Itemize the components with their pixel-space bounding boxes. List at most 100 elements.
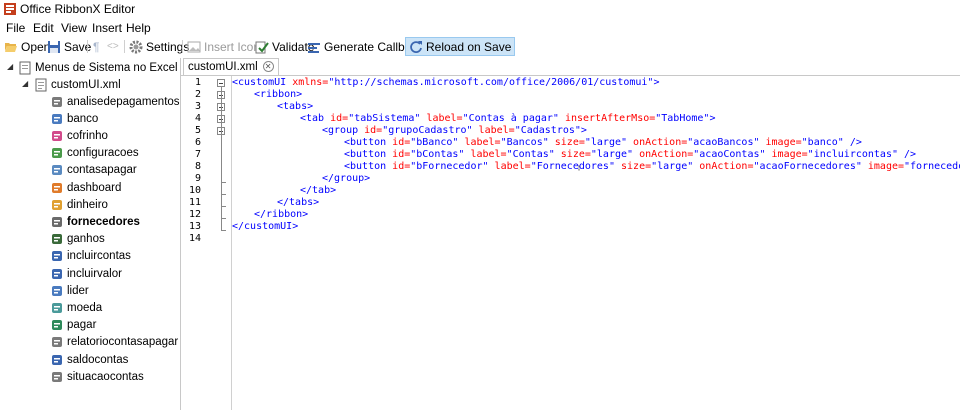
code-line-11: </tabs> [277,197,320,208]
doc-icon [52,251,62,262]
settings-button[interactable]: Settings [129,37,189,56]
line-number: 8 [194,161,201,172]
report-icon [52,337,62,348]
line-number: 5 [194,125,201,136]
menu-view[interactable]: View [61,21,87,35]
menu-edit[interactable]: Edit [33,21,54,35]
tree-item-label: relatoriocontasapagar [67,336,179,349]
callbacks-icon [308,42,320,53]
menu-insert[interactable]: Insert [92,21,122,35]
fold-guide [221,182,226,183]
code-line-2: <ribbon> [254,89,303,100]
tree-item-situacaocontas[interactable]: situacaocontas [50,368,144,385]
fold-guide [221,206,226,207]
editor-pane: customUI.xml ✕ 1 2 3 4 5 6 7 8 9 10 11 12 13 14 <cust… [181,58,960,410]
tree-root-item[interactable]: Menus de Sistema no Excel - Ribb [18,59,180,76]
tree-item-label: incluirvalor [67,267,122,280]
reload-icon [410,40,422,53]
tree-item-label: incluircontas [67,250,131,263]
line-number: 6 [194,137,201,148]
excel-file-icon [19,61,31,74]
fold-toggle-icon[interactable] [217,79,225,87]
xml-file-icon [35,78,47,91]
fold-margin [213,76,229,410]
tree-item-incluirvalor[interactable]: incluirvalor [50,265,122,282]
tree-item-moeda[interactable]: moeda [50,299,102,316]
tree-file-item[interactable]: customUI.xml [34,76,121,93]
reload-on-save-toggle[interactable]: Reload on Save [405,37,516,56]
tree-item-dinheiro[interactable]: dinheiro [50,196,108,213]
person-icon [52,285,62,296]
code-line-6: <button id="bBanco" label="Bancos" size=… [344,137,862,148]
gear-icon [129,40,143,53]
gear-icon [52,148,62,159]
folder-open-icon [5,42,17,52]
code-line-5: <group id="grupoCadastro" label="Cadastr… [322,125,587,136]
window-title: Office RibbonX Editor [20,2,136,16]
line-number: 11 [188,197,201,208]
fold-guide [221,87,222,230]
tree-item-contasapagar[interactable]: contasapagar [50,162,137,179]
tree-item-label: cofrinho [67,129,108,142]
money-icon [52,199,62,210]
tree-item-label: banco [67,112,99,125]
tree-item-label: situacaocontas [67,370,144,383]
tree-item-cofrinho[interactable]: cofrinho [50,127,108,144]
code-editor[interactable]: <customUI xmlns="http://schemas.microsof… [231,76,960,410]
code-line-9: </group> [322,173,371,184]
document-tree: ◢ Menus de Sistema no Excel - Ribb ◢ cus… [0,58,181,410]
menu-file[interactable]: File [6,21,25,35]
tree-item-lider[interactable]: lider [50,282,89,299]
gauge-icon [52,182,62,193]
paragraph-button[interactable]: ¶ [93,37,99,56]
title-bar: Office RibbonX Editor [0,0,960,18]
toolbar-separator [182,40,183,53]
line-number: 12 [188,209,201,220]
tree-item-configuracoes[interactable]: configuracoes [50,145,139,162]
code-line-13: </customUI> [232,221,299,232]
tree-item-label: configuracoes [67,147,139,160]
line-number: 3 [194,101,201,112]
collapse-arrow-icon[interactable]: ◢ [7,63,15,71]
coin-icon [52,302,62,313]
tree-item-ganhos[interactable]: ganhos [50,231,105,248]
tree-item-label: contasapagar [67,164,137,177]
validate-button[interactable]: Validate [255,37,314,56]
tree-item-label: ganhos [67,233,105,246]
bank-icon [52,113,62,124]
tree-item-saldocontas[interactable]: saldocontas [50,351,128,368]
code-button[interactable]: <> [107,37,119,56]
tree-item-banco[interactable]: banco [50,110,98,127]
close-icon[interactable]: ✕ [262,61,274,72]
menu-help[interactable]: Help [126,21,151,35]
open-button[interactable]: Open [4,37,50,56]
fold-guide [221,230,226,231]
code-line-12: </ribbon> [254,209,309,220]
validate-icon [255,41,269,53]
tree-item-label: dinheiro [67,198,108,211]
tree-item-label: lider [67,284,89,297]
code-line-3: <tabs> [277,101,314,112]
doc-icon [52,268,62,279]
tree-item-incluircontas[interactable]: incluircontas [50,248,131,265]
tree-item-relatoriocontasapagar[interactable]: relatoriocontasapagar [50,334,178,351]
line-number: 14 [188,233,201,244]
fold-guide [221,218,226,219]
toolbar-separator [124,40,125,53]
line-number: 9 [194,173,201,184]
tree-item-dashboard[interactable]: dashboard [50,179,121,196]
chart-icon [52,96,62,107]
code-line-8: <button id="bFornecedor" label="Forneced… [344,161,960,172]
tree-item-label: pagar [67,319,97,332]
piggy-icon [52,130,62,141]
tree-item-pagar[interactable]: pagar [50,317,96,334]
collapse-arrow-icon[interactable]: ◢ [22,80,30,88]
save-button[interactable]: Save [47,37,91,56]
editor-tab[interactable]: customUI.xml ✕ [183,58,279,75]
people-icon [52,216,62,227]
menu-bar: File Edit View Insert Help [0,19,960,36]
tree-item-analisedepagamentos[interactable]: analisedepagamentos [50,93,180,110]
tree-item-fornecedores[interactable]: fornecedores [50,213,140,230]
line-number: 7 [194,149,201,160]
tree-item-label: moeda [67,301,103,314]
